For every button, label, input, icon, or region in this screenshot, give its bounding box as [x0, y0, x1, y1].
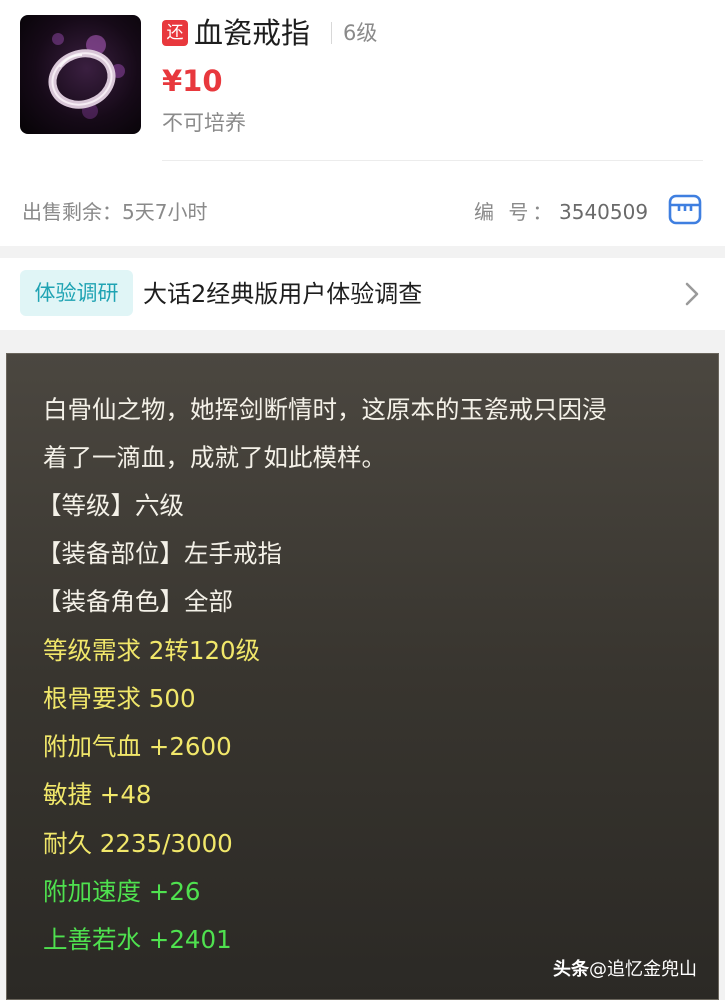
watermark-brand: 头条	[553, 959, 589, 980]
trainable-status: 不可培养	[162, 111, 246, 135]
sale-remaining: 出售剩余：5天7小时	[22, 200, 208, 224]
survey-banner[interactable]: 体验调研 大话2经典版用户体验调查	[0, 258, 725, 330]
item-name: 血瓷戒指	[194, 16, 311, 50]
attribute-slot: 【装备部位】左手戒指	[37, 539, 282, 568]
requirement-level: 等级需求 2转120级	[43, 636, 261, 665]
item-card: 还 血瓷戒指 6级 ¥10 不可培养 出售剩余：5天7小时 编 号： 35405…	[0, 0, 725, 246]
stat-agility: 敏捷 +48	[43, 780, 152, 809]
survey-title[interactable]: 大话2经典版用户体验调查	[143, 277, 422, 311]
description-line: 着了一滴血，成就了如此模样。	[43, 443, 386, 472]
watermark: 头条@追忆金兜山	[553, 956, 697, 984]
ring-image	[48, 33, 125, 119]
survey-tag: 体验调研	[20, 270, 133, 316]
watermark-account: @追忆金兜山	[589, 959, 697, 980]
requirement-bone: 根骨要求 500	[43, 684, 196, 713]
stat-durability: 耐久 2235/3000	[43, 829, 233, 858]
name-separator	[331, 22, 332, 44]
shop-icon[interactable]	[667, 192, 703, 226]
item-price: ¥10	[162, 64, 223, 98]
stat-hp: 附加气血 +2600	[43, 732, 232, 761]
serial-number: 3540509	[559, 200, 649, 224]
description-line: 白骨仙之物，她挥剑断情时，这原本的玉瓷戒只因浸	[43, 395, 607, 424]
attribute-level: 【等级】六级	[37, 491, 184, 520]
attribute-role: 【装备角色】全部	[37, 587, 233, 616]
return-tag: 还	[162, 20, 188, 46]
divider	[162, 160, 703, 161]
serial-label: 编 号：	[474, 200, 557, 224]
item-level: 6级	[343, 21, 378, 45]
chevron-right-icon[interactable]	[683, 280, 701, 308]
special-speed: 附加速度 +26	[43, 877, 201, 906]
item-description-panel: 白骨仙之物，她挥剑断情时，这原本的玉瓷戒只因浸 着了一滴血，成就了如此模样。 【…	[6, 353, 719, 1000]
special-skill: 上善若水 +2401	[43, 925, 232, 954]
item-thumbnail[interactable]	[20, 15, 141, 134]
